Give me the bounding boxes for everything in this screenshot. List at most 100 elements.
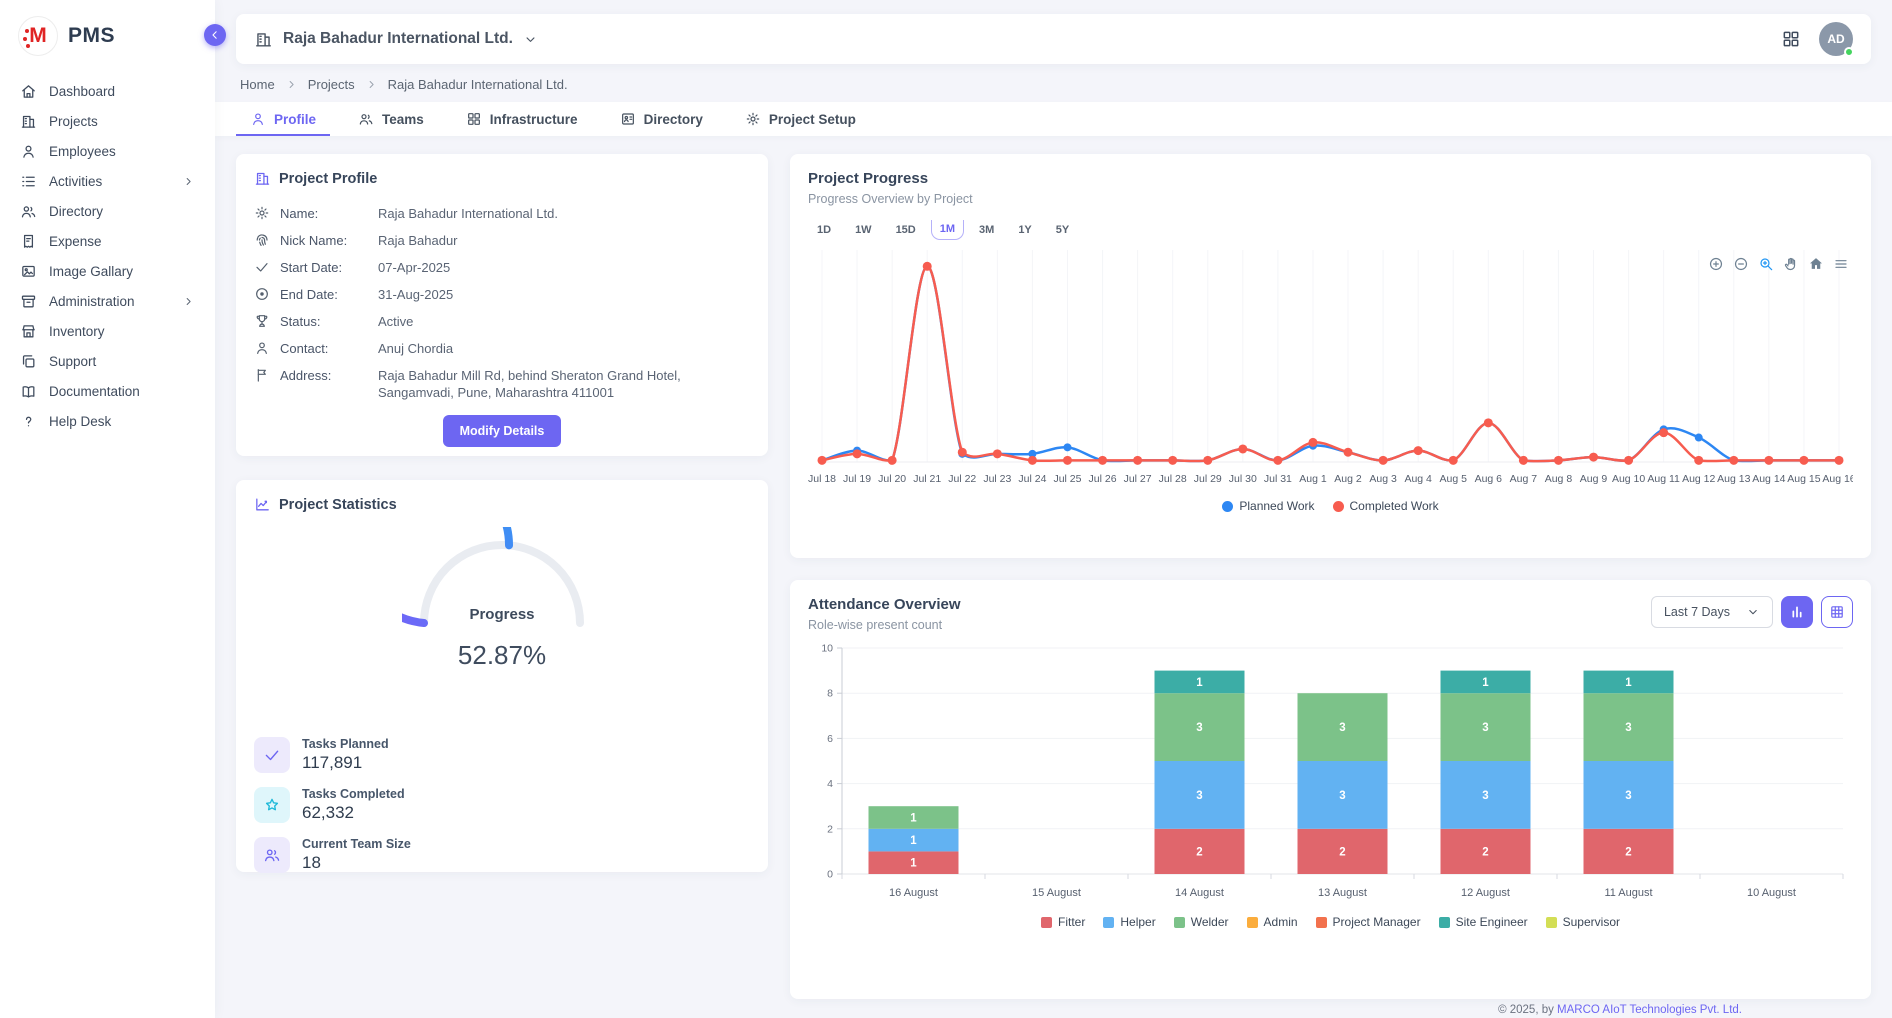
attendance-bar-chart[interactable]: 024681011116 August15 August233114 Augus… (808, 640, 1853, 908)
svg-text:Jul 26: Jul 26 (1089, 473, 1117, 485)
sidebar-item-employees[interactable]: Employees (0, 136, 215, 166)
stat-icon-box (254, 737, 290, 773)
hand-icon[interactable] (1783, 256, 1799, 272)
attendance-range-select[interactable]: Last 7 Days (1651, 596, 1773, 628)
field-value: Raja Bahadur (378, 232, 750, 249)
svg-text:Aug 3: Aug 3 (1369, 473, 1397, 485)
svg-text:Jul 30: Jul 30 (1229, 473, 1257, 485)
tab-profile[interactable]: Profile (236, 102, 330, 136)
range-3m[interactable]: 3M (970, 220, 1003, 240)
breadcrumb-item-projects[interactable]: Projects (308, 77, 355, 92)
sidebar-item-expense[interactable]: Expense (0, 226, 215, 256)
svg-text:10: 10 (821, 643, 833, 655)
sidebar-item-dashboard[interactable]: Dashboard (0, 76, 215, 106)
chart-view-button[interactable] (1781, 596, 1813, 628)
sidebar-item-support[interactable]: Support (0, 346, 215, 376)
legend-welder[interactable]: Welder (1174, 915, 1229, 929)
sidebar-collapse-button[interactable] (204, 24, 226, 46)
chev-right-icon (365, 78, 378, 91)
apps-grid-button[interactable] (1781, 29, 1801, 49)
sidebar-item-directory[interactable]: Directory (0, 196, 215, 226)
svg-text:14 August: 14 August (1175, 887, 1224, 899)
svg-text:Jul 22: Jul 22 (948, 473, 976, 485)
sidebar-item-documentation[interactable]: Documentation (0, 376, 215, 406)
sidebar-item-administration[interactable]: Administration (0, 286, 215, 316)
sidebar-item-label: Administration (49, 294, 135, 309)
svg-text:Jul 19: Jul 19 (843, 473, 871, 485)
chev-down-icon (1746, 605, 1760, 619)
legend-project-manager[interactable]: Project Manager (1316, 915, 1421, 929)
range-1w[interactable]: 1W (846, 220, 881, 240)
progress-gauge-label: Progress (469, 606, 534, 623)
field-label: Nick Name: (280, 232, 368, 249)
legend-fitter[interactable]: Fitter (1041, 915, 1085, 929)
legend-supervisor[interactable]: Supervisor (1546, 915, 1620, 929)
sidebar-item-help-desk[interactable]: Help Desk (0, 406, 215, 436)
stat-label: Tasks Planned (302, 737, 389, 751)
tab-teams[interactable]: Teams (344, 102, 438, 136)
field-label: End Date: (280, 286, 368, 303)
footer-company-link[interactable]: MARCO AIoT Technologies Pvt. Ltd. (1557, 1004, 1742, 1016)
legend-completed-work[interactable]: Completed Work (1333, 499, 1439, 513)
svg-text:8: 8 (827, 688, 833, 700)
project-progress-line-chart[interactable]: Jul 18Jul 19Jul 20Jul 21Jul 22Jul 23Jul … (808, 240, 1853, 492)
table-view-button[interactable] (1821, 596, 1853, 628)
tab-label: Project Setup (769, 112, 856, 127)
range-1d[interactable]: 1D (808, 220, 840, 240)
svg-text:Aug 11: Aug 11 (1647, 473, 1680, 485)
company-selector[interactable]: Raja Bahadur International Ltd. (254, 30, 538, 49)
tabs: Profile Teams Infrastructure Directory Proje… (215, 102, 1892, 136)
breadcrumb-item-raja-bahadur-international-ltd-[interactable]: Raja Bahadur International Ltd. (388, 77, 568, 92)
progress-gauge-arc: Progress (402, 527, 602, 631)
field-label: Contact: (280, 340, 368, 357)
range-15d[interactable]: 15D (887, 220, 925, 240)
svg-text:Jul 18: Jul 18 (808, 473, 836, 485)
plus-circle-icon[interactable] (1708, 256, 1724, 272)
svg-text:Jul 31: Jul 31 (1264, 473, 1292, 485)
grid-icon (1781, 29, 1801, 49)
legend-admin[interactable]: Admin (1247, 915, 1298, 929)
sidebar-item-activities[interactable]: Activities (0, 166, 215, 196)
check-icon (254, 259, 270, 275)
minus-circle-icon[interactable] (1733, 256, 1749, 272)
check-icon (263, 746, 281, 764)
chart-toolbar (1708, 256, 1849, 272)
bars-icon (1789, 604, 1805, 620)
zoom-select-icon[interactable] (1758, 256, 1774, 272)
person-icon (254, 340, 270, 356)
store-icon (20, 323, 37, 340)
profile-field-start-date-: Start Date:07-Apr-2025 (254, 259, 750, 276)
svg-text:15 August: 15 August (1032, 887, 1081, 899)
sidebar-item-image-gallary[interactable]: Image Gallary (0, 256, 215, 286)
legend-helper[interactable]: Helper (1103, 915, 1155, 929)
sidebar-item-label: Activities (49, 174, 102, 189)
person-icon (20, 143, 37, 160)
bar-chart-legend: Fitter Helper Welder Admin Project Manager Si… (808, 915, 1853, 929)
breadcrumb: Home Projects Raja Bahadur International L… (236, 64, 1871, 102)
legend-planned-work[interactable]: Planned Work (1222, 499, 1314, 513)
legend-site-engineer[interactable]: Site Engineer (1439, 915, 1528, 929)
field-label: Name: (280, 205, 368, 222)
line-chart-legend: Planned Work Completed Work (808, 499, 1853, 513)
tab-project-setup[interactable]: Project Setup (731, 102, 870, 136)
svg-text:Aug 8: Aug 8 (1545, 473, 1573, 485)
copy-icon (20, 353, 37, 370)
user-avatar[interactable]: AD (1819, 22, 1853, 56)
app-logo[interactable]: M PMS (0, 0, 215, 70)
sidebar-item-projects[interactable]: Projects (0, 106, 215, 136)
svg-text:Aug 13: Aug 13 (1717, 473, 1750, 485)
sidebar-item-inventory[interactable]: Inventory (0, 316, 215, 346)
tab-infrastructure[interactable]: Infrastructure (452, 102, 592, 136)
range-5y[interactable]: 5Y (1047, 220, 1078, 240)
statistics-card-title: Project Statistics (279, 497, 397, 513)
breadcrumb-item-home[interactable]: Home (240, 77, 275, 92)
range-1y[interactable]: 1Y (1009, 220, 1040, 240)
tab-directory[interactable]: Directory (606, 102, 717, 136)
modify-details-button[interactable]: Modify Details (443, 415, 562, 447)
home-solid-icon[interactable] (1808, 256, 1824, 272)
svg-text:3: 3 (1339, 722, 1345, 734)
range-1m[interactable]: 1M (931, 220, 964, 240)
menu-icon[interactable] (1833, 256, 1849, 272)
tab-label: Teams (382, 112, 424, 127)
chev-down-icon (523, 32, 538, 47)
